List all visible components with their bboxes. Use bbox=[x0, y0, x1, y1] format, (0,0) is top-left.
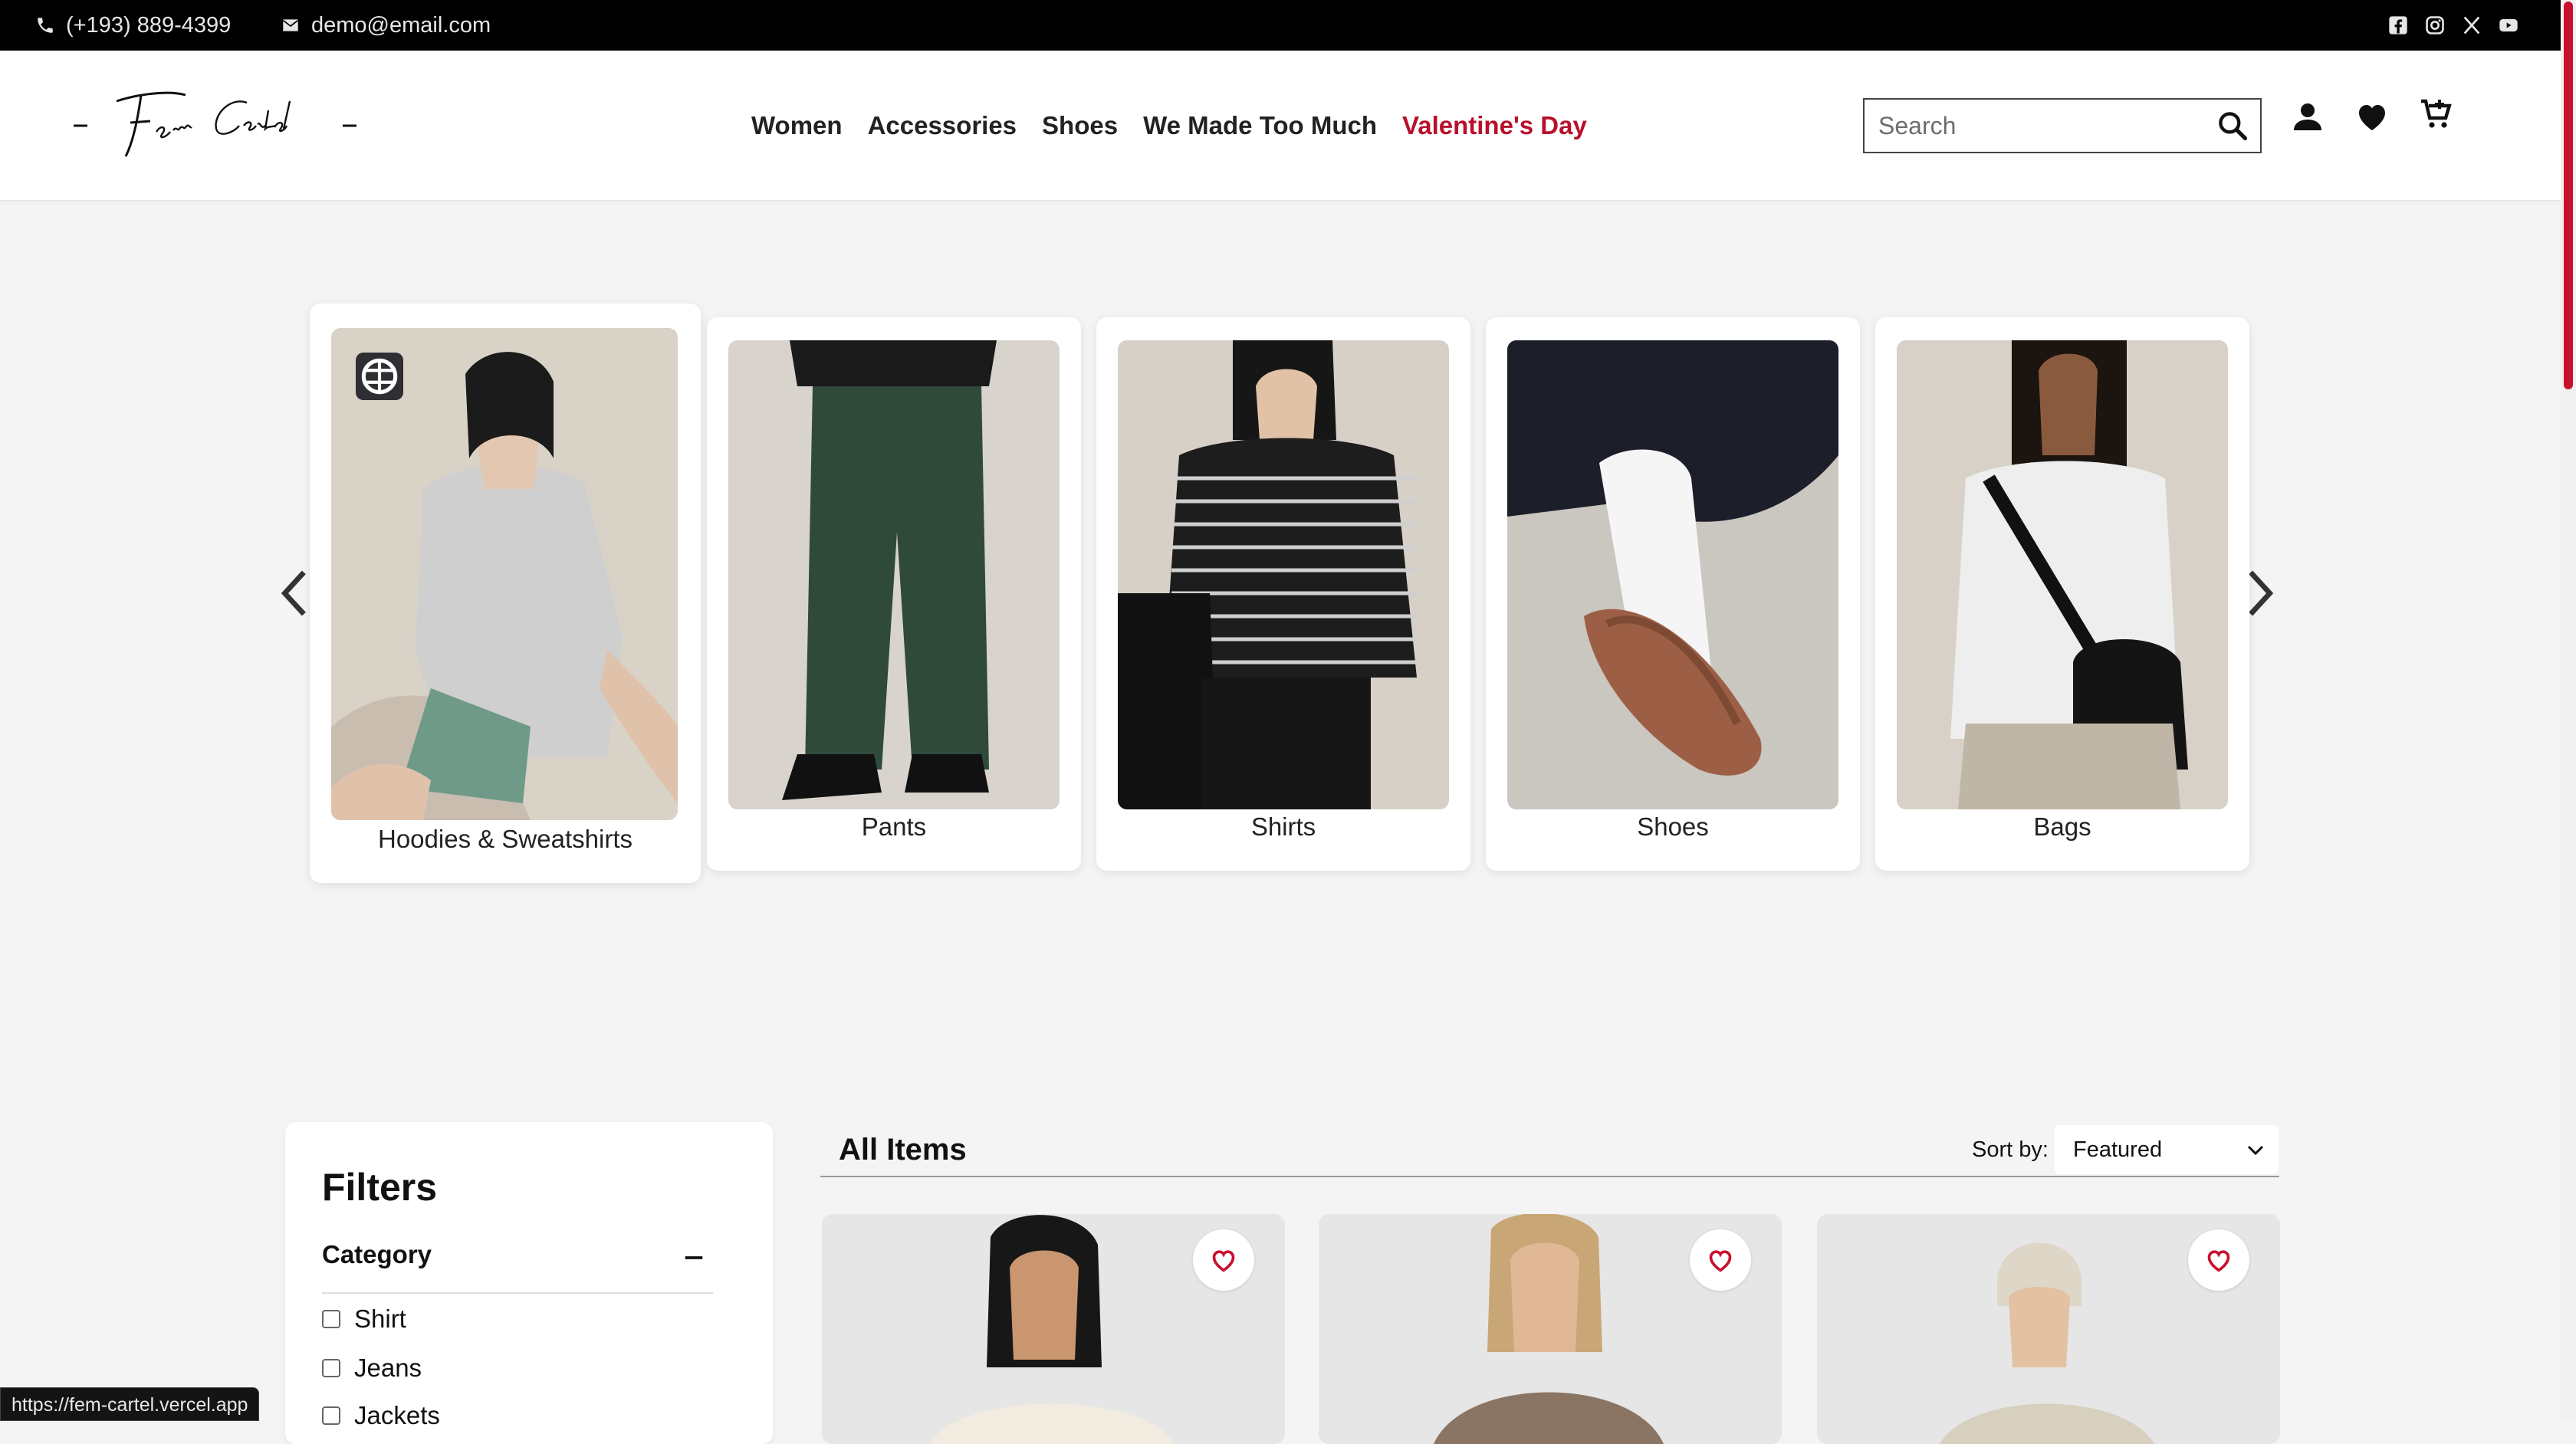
x-icon[interactable] bbox=[2461, 15, 2482, 36]
filter-option-label: Jackets bbox=[354, 1401, 440, 1429]
search-box bbox=[1863, 98, 2262, 153]
ai-badge-icon bbox=[356, 353, 403, 400]
all-items-title: All Items bbox=[839, 1133, 967, 1167]
nav-valentines-day[interactable]: Valentine's Day bbox=[1402, 111, 1587, 140]
category-label: Shoes bbox=[1637, 812, 1709, 841]
category-card-hoodies[interactable]: Hoodies & Sweatshirts bbox=[310, 304, 701, 883]
account-icon[interactable] bbox=[2289, 98, 2326, 135]
category-image-pants bbox=[728, 340, 1060, 809]
carousel-prev-arrow-icon[interactable] bbox=[278, 567, 313, 619]
scrollbar-thumb[interactable] bbox=[2564, 2, 2573, 389]
collapse-minus-icon[interactable] bbox=[682, 1246, 705, 1269]
category-card-bags[interactable]: Bags bbox=[1875, 317, 2249, 871]
phone-number: (+193) 889-4399 bbox=[66, 12, 232, 38]
nav-accessories[interactable]: Accessories bbox=[868, 111, 1017, 140]
category-image-shoes bbox=[1507, 340, 1838, 809]
category-label: Shirts bbox=[1250, 812, 1316, 841]
heart-outline-icon bbox=[2207, 1250, 2230, 1272]
page-scrollbar[interactable] bbox=[2561, 0, 2576, 1421]
mail-icon bbox=[282, 19, 299, 31]
wishlist-heart-icon[interactable] bbox=[2354, 98, 2390, 135]
category-image-hoodies bbox=[331, 328, 678, 820]
category-label: Pants bbox=[861, 812, 927, 841]
email-address: demo@email.com bbox=[311, 12, 491, 38]
nav-we-made-too-much[interactable]: We Made Too Much bbox=[1143, 111, 1377, 140]
filter-option-label: Jeans bbox=[354, 1354, 422, 1382]
main-nav: Women Accessories Shoes We Made Too Much… bbox=[751, 51, 1587, 201]
link-status-url: https://fem-cartel.vercel.app bbox=[0, 1387, 260, 1421]
heart-outline-icon bbox=[1709, 1250, 1732, 1272]
category-heading: Category bbox=[322, 1240, 432, 1268]
email-contact[interactable]: demo@email.com bbox=[281, 0, 491, 51]
checkbox[interactable] bbox=[322, 1310, 340, 1328]
phone-icon bbox=[38, 18, 53, 33]
facebook-icon[interactable] bbox=[2387, 15, 2409, 36]
product-card[interactable] bbox=[1319, 1214, 1782, 1444]
category-card-shirts[interactable]: Shirts bbox=[1096, 317, 1470, 871]
wishlist-button[interactable] bbox=[2188, 1229, 2249, 1291]
product-card[interactable] bbox=[822, 1214, 1285, 1444]
nav-women[interactable]: Women bbox=[751, 111, 843, 140]
items-header: All Items Sort by: Featured bbox=[820, 1125, 2279, 1177]
category-image-shirts bbox=[1118, 340, 1449, 809]
filter-option-jackets[interactable]: Jackets bbox=[322, 1401, 440, 1430]
sort-label: Sort by: bbox=[1972, 1137, 2049, 1162]
category-filter-header[interactable]: Category bbox=[322, 1240, 713, 1294]
chevron-down-icon bbox=[2247, 1145, 2264, 1156]
social-links bbox=[2387, 0, 2519, 51]
wishlist-button[interactable] bbox=[1193, 1229, 1254, 1291]
sort-value: Featured bbox=[2073, 1137, 2163, 1162]
nav-shoes[interactable]: Shoes bbox=[1042, 111, 1118, 140]
search-icon[interactable] bbox=[2216, 109, 2249, 143]
cart-icon[interactable] bbox=[2418, 95, 2455, 132]
wishlist-button[interactable] bbox=[1690, 1229, 1751, 1291]
phone-contact[interactable]: (+193) 889-4399 bbox=[35, 0, 231, 51]
top-bar: (+193) 889-4399 demo@email.com bbox=[0, 0, 2561, 51]
search-input[interactable] bbox=[1865, 100, 2202, 152]
fem-cartel-logo[interactable] bbox=[71, 80, 362, 164]
checkbox[interactable] bbox=[322, 1406, 340, 1425]
category-image-bags bbox=[1897, 340, 2228, 809]
instagram-icon[interactable] bbox=[2424, 15, 2446, 36]
product-card[interactable] bbox=[1817, 1214, 2280, 1444]
heart-outline-icon bbox=[1212, 1250, 1235, 1272]
category-label: Hoodies & Sweatshirts bbox=[378, 825, 632, 853]
category-label: Bags bbox=[2033, 812, 2091, 841]
filter-option-shirt[interactable]: Shirt bbox=[322, 1305, 406, 1334]
sort-select[interactable]: Featured bbox=[2055, 1125, 2279, 1174]
youtube-icon[interactable] bbox=[2498, 15, 2519, 36]
filters-title: Filters bbox=[322, 1166, 438, 1209]
checkbox[interactable] bbox=[322, 1359, 340, 1377]
filter-option-jeans[interactable]: Jeans bbox=[322, 1354, 422, 1383]
filter-option-label: Shirt bbox=[354, 1305, 406, 1333]
category-card-shoes[interactable]: Shoes bbox=[1486, 317, 1860, 871]
category-card-pants[interactable]: Pants bbox=[707, 317, 1081, 871]
site-header: Women Accessories Shoes We Made Too Much… bbox=[0, 51, 2561, 201]
filters-panel: Filters Category Shirt Jeans Jackets bbox=[285, 1122, 773, 1444]
